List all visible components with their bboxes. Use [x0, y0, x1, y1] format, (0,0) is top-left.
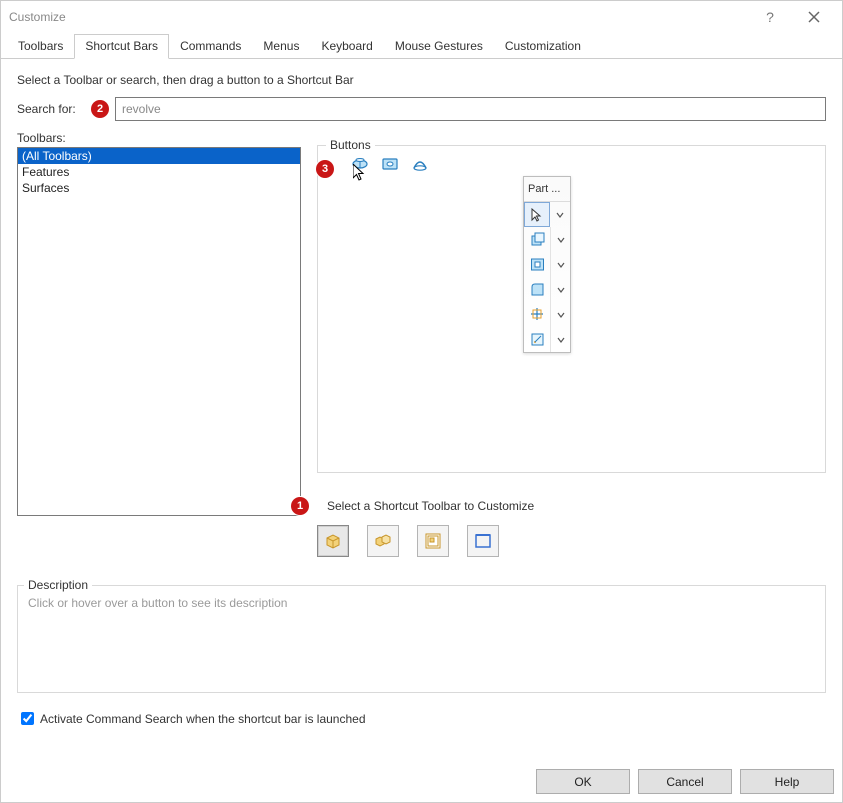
shortcut-row-reference[interactable] — [524, 302, 570, 327]
dropdown-arrow-icon[interactable] — [551, 286, 570, 294]
revolve-boss-icon[interactable] — [350, 154, 370, 174]
list-item[interactable]: (All Toolbars) — [18, 148, 300, 164]
tab-menus[interactable]: Menus — [252, 34, 310, 58]
reference-geometry-icon[interactable] — [524, 302, 551, 327]
description-placeholder: Click or hover over a button to see its … — [28, 596, 815, 610]
buttons-groupbox: Buttons 3 — [317, 145, 826, 473]
toolbars-listbox[interactable]: (All Toolbars) Features Surfaces — [17, 147, 301, 516]
tab-mouse-gestures[interactable]: Mouse Gestures — [384, 34, 494, 58]
select-toolbar-label: Select a Shortcut Toolbar to Customize — [327, 499, 534, 513]
step-badge-2: 2 — [91, 100, 109, 118]
activate-command-search-label: Activate Command Search when the shortcu… — [40, 712, 366, 726]
extrude-cut-icon[interactable] — [524, 252, 551, 277]
title-bar: Customize ? — [1, 1, 842, 33]
tab-shortcut-bars[interactable]: Shortcut Bars — [74, 34, 169, 59]
list-item[interactable]: Features — [18, 164, 300, 180]
dropdown-arrow-icon[interactable] — [551, 311, 570, 319]
revolve-surface-icon[interactable] — [410, 154, 430, 174]
drawing-shortcut-button[interactable] — [417, 525, 449, 557]
dropdown-arrow-icon[interactable] — [550, 211, 570, 219]
shortcut-row-sketch[interactable] — [524, 327, 570, 352]
sketch-shortcut-button[interactable] — [467, 525, 499, 557]
buttons-legend: Buttons — [326, 138, 375, 152]
select-tool-icon[interactable] — [524, 202, 550, 227]
help-icon[interactable]: ? — [750, 5, 790, 29]
search-label: Search for: — [17, 102, 91, 116]
fillet-icon[interactable] — [524, 277, 551, 302]
search-row: Search for: 2 — [17, 97, 826, 121]
help-button[interactable]: Help — [740, 769, 834, 794]
dialog-footer: OK Cancel Help — [536, 769, 834, 794]
dropdown-arrow-icon[interactable] — [551, 236, 570, 244]
shortcut-row-select[interactable] — [524, 202, 570, 227]
list-item[interactable]: Surfaces — [18, 180, 300, 196]
assembly-shortcut-button[interactable] — [367, 525, 399, 557]
shortcut-row-extrude-boss[interactable] — [524, 227, 570, 252]
sketch-flyout-icon[interactable] — [524, 327, 551, 352]
shortcut-row-fillet[interactable] — [524, 277, 570, 302]
shortcut-bar-preview[interactable]: Part ... — [523, 176, 571, 353]
instruction-text: Select a Toolbar or search, then drag a … — [17, 69, 826, 97]
tab-keyboard[interactable]: Keyboard — [310, 34, 383, 58]
window-title: Customize — [9, 10, 750, 24]
shortcut-row-extrude-cut[interactable] — [524, 252, 570, 277]
description-legend: Description — [24, 578, 92, 592]
dropdown-arrow-icon[interactable] — [551, 336, 570, 344]
tab-strip: Toolbars Shortcut Bars Commands Menus Ke… — [1, 33, 842, 59]
dropdown-arrow-icon[interactable] — [551, 261, 570, 269]
close-icon[interactable] — [794, 5, 834, 29]
shortcut-bar-title[interactable]: Part ... — [524, 177, 570, 202]
ok-button[interactable]: OK — [536, 769, 630, 794]
customize-dialog: Customize ? Toolbars Shortcut Bars Comma… — [0, 0, 843, 803]
toolbars-label: Toolbars: — [17, 131, 301, 145]
revolve-cut-icon[interactable] — [380, 154, 400, 174]
step-badge-1: 1 — [291, 497, 309, 515]
step-badge-3: 3 — [316, 160, 334, 178]
extrude-boss-icon[interactable] — [524, 227, 551, 252]
activate-command-search-checkbox[interactable] — [21, 712, 34, 725]
tab-toolbars[interactable]: Toolbars — [7, 34, 74, 58]
description-groupbox: Description Click or hover over a button… — [17, 585, 826, 693]
cancel-button[interactable]: Cancel — [638, 769, 732, 794]
tab-commands[interactable]: Commands — [169, 34, 252, 58]
tab-customization[interactable]: Customization — [494, 34, 592, 58]
part-shortcut-button[interactable] — [317, 525, 349, 557]
search-input[interactable] — [115, 97, 826, 121]
